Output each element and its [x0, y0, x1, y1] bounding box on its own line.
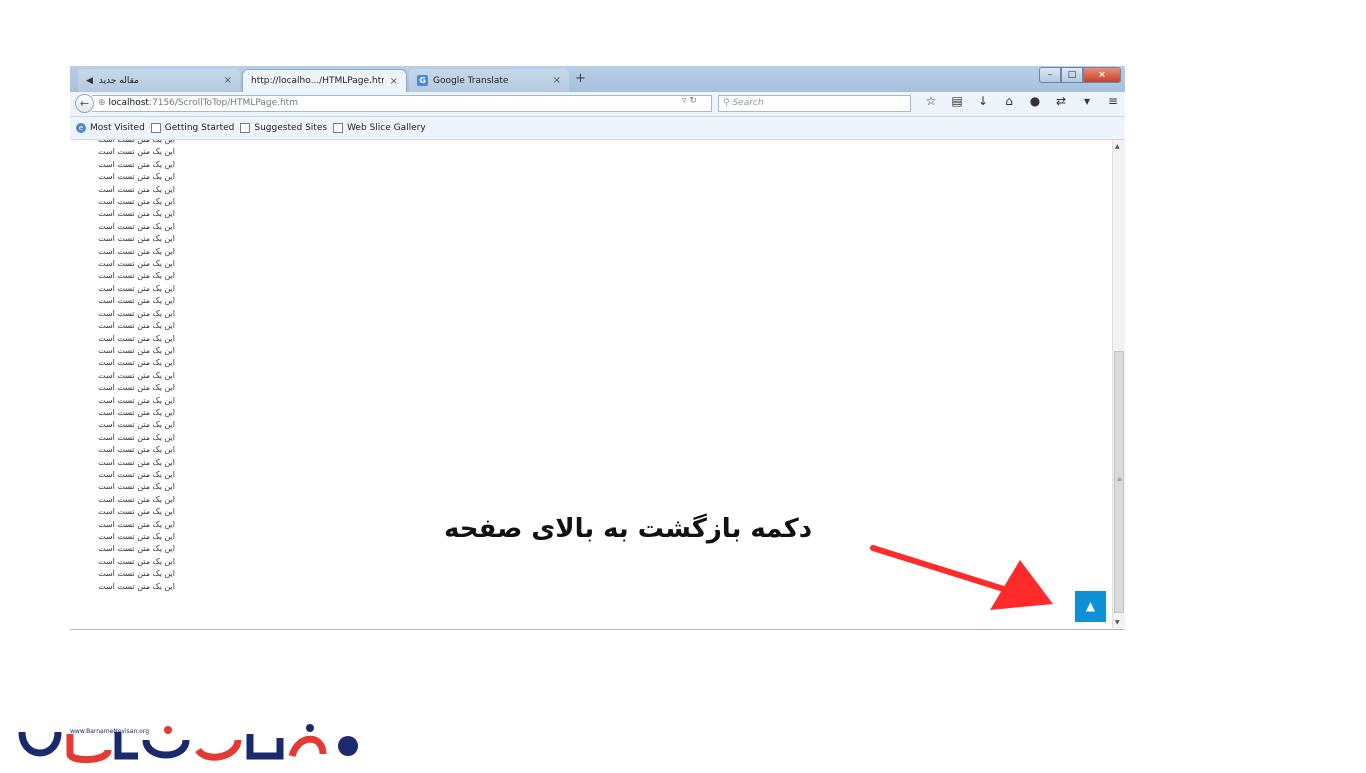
bookmarks-bar: e Most Visited Getting Started Suggested …: [70, 117, 1125, 140]
scroll-down-arrow-icon[interactable]: ▼: [1115, 619, 1120, 626]
page-icon: [333, 123, 344, 133]
bookmark-getting-started[interactable]: Getting Started: [150, 123, 234, 133]
globe-icon: ⊕: [98, 98, 106, 108]
content-line: این یک متن تست است: [98, 271, 175, 281]
search-placeholder: Search: [732, 98, 764, 108]
google-translate-icon: G: [417, 75, 428, 86]
tab-strip: ◀ مقاله جدید × http://localho.../HTMLPag…: [70, 66, 1125, 92]
tab-new-article[interactable]: ◀ مقاله جدید ×: [78, 69, 240, 92]
content-line: این یک متن تست است: [98, 519, 175, 529]
text-lines: این یک متن تست است این یک متن تست است این …: [75, 140, 175, 593]
content-line: این یک متن تست است: [98, 383, 175, 393]
window-bottom-edge: [70, 629, 1125, 630]
logo-url: www.BarnameNevisan.org: [70, 728, 149, 735]
tab-label: http://localho.../HTMLPage.htm: [251, 76, 384, 86]
content-line: این یک متن تست است: [98, 445, 175, 455]
grip-icon: ≡: [1117, 476, 1123, 483]
content-line: این یک متن تست است: [98, 147, 175, 157]
content-line: این یک متن تست است: [98, 308, 175, 318]
toolbar-icons: ☆ ▤ ↓ ⌂ ● ⇄ ▾ ≡: [918, 94, 1126, 108]
content-line: این یک متن تست است: [98, 457, 175, 467]
scroll-to-top-button[interactable]: ▲: [1075, 591, 1106, 622]
search-icon: ⚲: [723, 98, 730, 108]
reading-list-icon[interactable]: ▤: [944, 94, 970, 108]
navigation-bar: ⊕ localhost:7156/ScrollToTop/HTMLPage.htm…: [70, 92, 1125, 117]
chevron-down-icon[interactable]: ▾: [1074, 94, 1100, 108]
tab-google-translate[interactable]: G Google Translate ×: [409, 69, 569, 92]
search-input[interactable]: ⚲ Search: [718, 95, 911, 112]
url-host: localhost: [108, 98, 149, 108]
speaker-icon: ◀: [86, 75, 93, 86]
page-icon: [150, 123, 161, 133]
content-line: این یک متن تست است: [98, 345, 175, 355]
content-line: این یک متن تست است: [98, 209, 175, 219]
tab-htmlpage[interactable]: http://localho.../HTMLPage.htm ×: [242, 69, 407, 92]
url-path: :7156/ScrollToTop/HTMLPage.htm: [148, 98, 298, 108]
maximize-button[interactable]: □: [1061, 67, 1083, 83]
download-icon[interactable]: ↓: [970, 94, 996, 108]
tab-label: مقاله جدید: [98, 75, 139, 86]
close-icon[interactable]: ×: [390, 76, 398, 87]
home-icon[interactable]: ⌂: [996, 94, 1022, 108]
close-icon[interactable]: ×: [224, 75, 232, 86]
content-line: این یک متن تست است: [98, 283, 175, 293]
window-close-button[interactable]: ×: [1083, 67, 1121, 83]
content-line: این یک متن تست است: [98, 234, 175, 244]
content-line: این یک متن تست است: [98, 159, 175, 169]
bookmark-most-visited[interactable]: e Most Visited: [76, 123, 145, 133]
minimize-button[interactable]: –: [1039, 67, 1061, 83]
content-line: این یک متن تست است: [98, 544, 175, 554]
address-bar[interactable]: ⊕ localhost:7156/ScrollToTop/HTMLPage.htm: [92, 95, 712, 112]
content-line: این یک متن تست است: [98, 321, 175, 331]
reload-icon[interactable]: ▿ ↻: [682, 96, 697, 106]
window-controls: – □ ×: [1039, 67, 1121, 83]
content-line: این یک متن تست است: [98, 581, 175, 591]
content-line: این یک متن تست است: [98, 333, 175, 343]
scrollbar-thumb[interactable]: ≡: [1114, 351, 1124, 613]
content-line: این یک متن تست است: [98, 532, 175, 541]
content-line: این یک متن تست است: [98, 259, 175, 269]
extension-icon[interactable]: ⇄: [1048, 94, 1074, 108]
content-line: این یک متن تست است: [98, 569, 175, 579]
bookmark-suggested-sites[interactable]: Suggested Sites: [240, 123, 327, 133]
content-line: این یک متن تست است: [98, 172, 175, 182]
menu-icon[interactable]: ≡: [1100, 94, 1126, 108]
annotation-caption: دکمه بازگشت به بالای صفحه: [444, 514, 813, 544]
new-tab-button[interactable]: +: [575, 71, 586, 86]
content-line: این یک متن تست است: [98, 482, 175, 492]
content-line: این یک متن تست است: [98, 469, 175, 479]
page-icon: [240, 123, 251, 133]
content-line: این یک متن تست است: [98, 395, 175, 405]
bookmark-star-icon[interactable]: ☆: [918, 94, 944, 108]
content-line: این یک متن تست است: [98, 197, 175, 207]
content-line: این یک متن تست است: [98, 221, 175, 231]
tab-label: Google Translate: [433, 75, 509, 86]
content-line: این یک متن تست است: [98, 296, 175, 306]
arrow-shaft: [870, 545, 1013, 594]
content-line: این یک متن تست است: [98, 184, 175, 194]
content-line: این یک متن تست است: [98, 494, 175, 504]
content-line: این یک متن تست است: [98, 432, 175, 442]
back-button[interactable]: ←: [75, 94, 94, 113]
scroll-up-arrow-icon[interactable]: ▲: [1115, 143, 1120, 150]
vertical-scrollbar[interactable]: ▲ ≡ ▼: [1112, 140, 1125, 628]
content-line: این یک متن تست است: [98, 246, 175, 256]
content-line: این یک متن تست است: [98, 358, 175, 368]
ie-icon: e: [76, 123, 86, 133]
close-icon[interactable]: ×: [553, 75, 561, 86]
content-line: این یک متن تست است: [98, 420, 175, 430]
content-line: این یک متن تست است: [98, 407, 175, 417]
content-line: این یک متن تست است: [98, 370, 175, 380]
content-line: این یک متن تست است: [98, 507, 175, 517]
chat-icon[interactable]: ●: [1022, 94, 1048, 108]
content-line: این یک متن تست است: [98, 556, 175, 566]
bookmark-web-slice-gallery[interactable]: Web Slice Gallery: [333, 123, 426, 133]
red-arrow-icon: [870, 545, 1053, 610]
